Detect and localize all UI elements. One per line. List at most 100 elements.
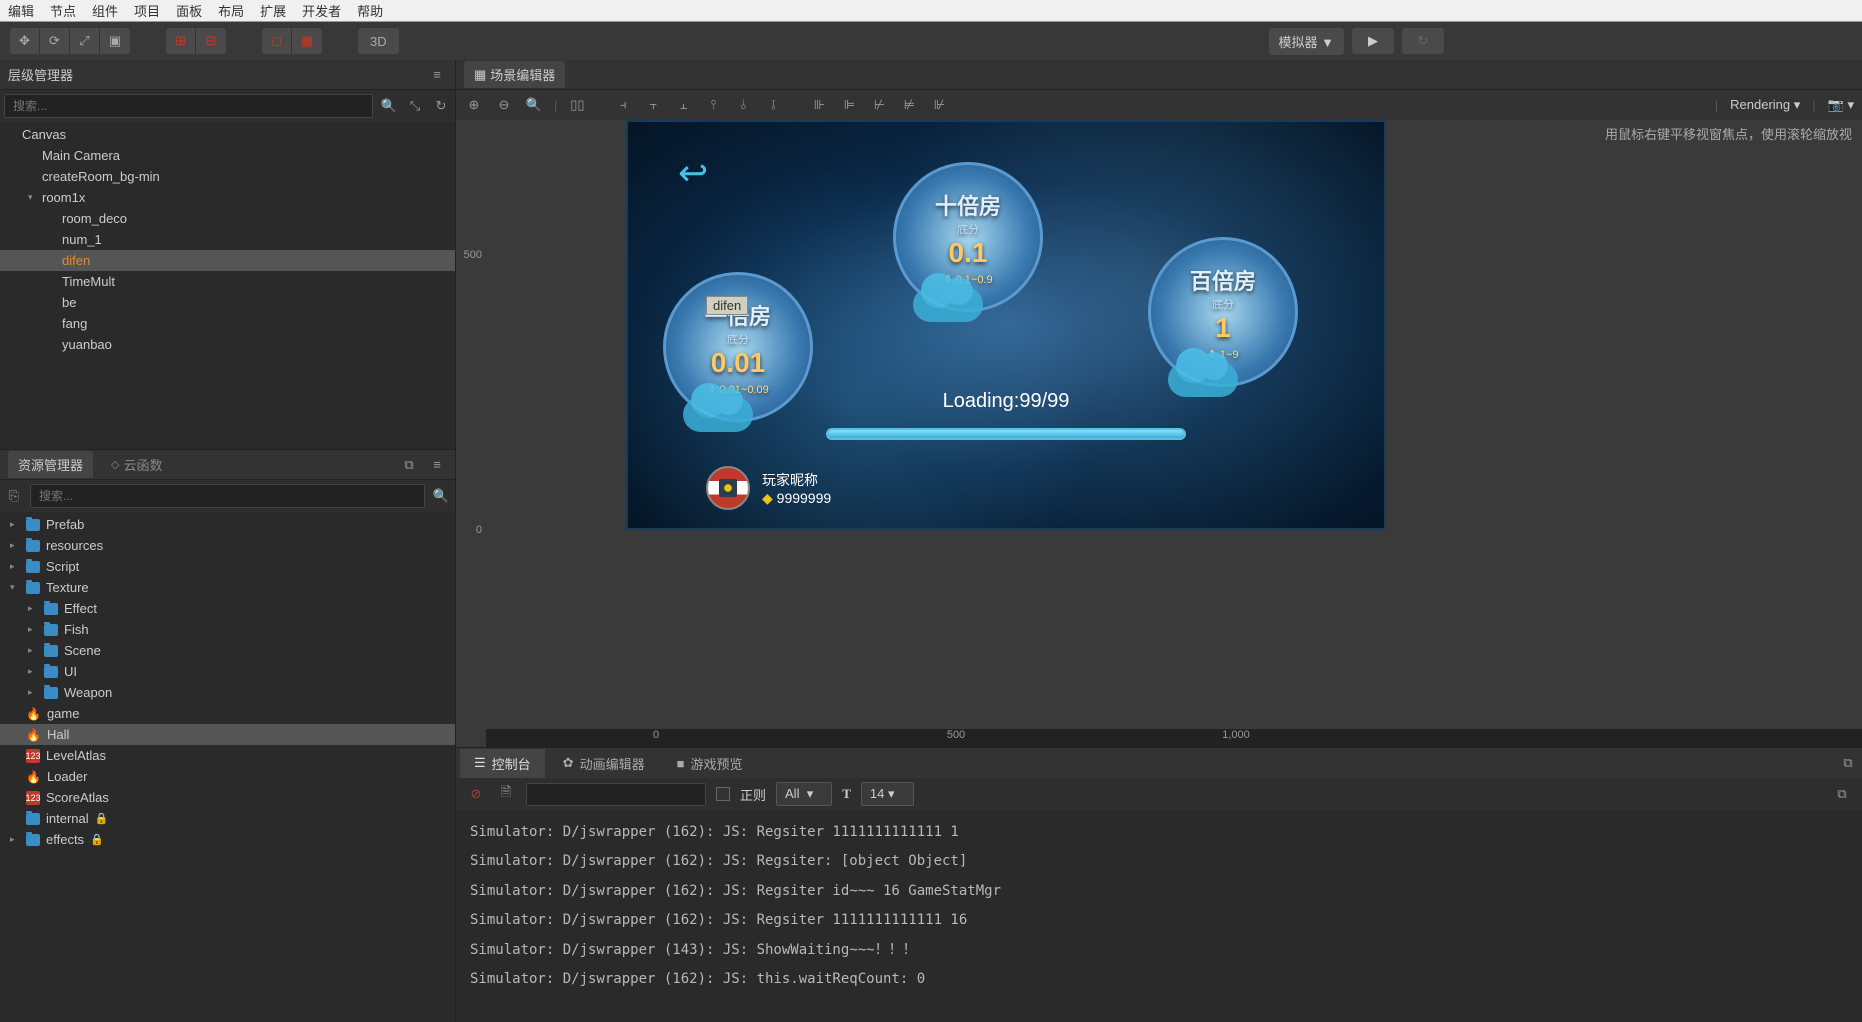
regex-checkbox[interactable] — [716, 787, 730, 801]
asset-item[interactable]: ▸Prefab — [0, 514, 455, 535]
filter-icon[interactable]: ⎘ — [4, 486, 24, 506]
menu-icon[interactable]: ≡ — [427, 455, 447, 475]
asset-item[interactable]: ▸resources — [0, 535, 455, 556]
simulator-dropdown[interactable]: 模拟器 ▼ — [1269, 28, 1344, 55]
expand-button[interactable]: ⤢ — [70, 28, 100, 54]
rendering-dropdown[interactable]: Rendering ▾ — [1730, 97, 1800, 113]
play-button[interactable]: ▶ — [1352, 28, 1394, 54]
hierarchy-tree[interactable]: CanvasMain CameracreateRoom_bg-min▾room1… — [0, 122, 455, 449]
player-coins: 9999999 — [777, 490, 832, 506]
scene-editor-panel: ▦ 场景编辑器 ⊕ ⊖ 🔍 | ▯▯ ⫞ ⫟ ⫠ ⫯ ⫰ ⫱ ⊪ ⊫ ⊬ ⊭ — [456, 60, 1862, 747]
console-tab[interactable]: ☰控制台 — [460, 749, 545, 778]
asset-item[interactable]: 🔥Hall — [0, 724, 455, 745]
distribute-icon[interactable]: ⊬ — [869, 95, 889, 115]
3d-toggle-button[interactable]: 3D — [358, 28, 399, 54]
hierarchy-node[interactable]: fang — [0, 313, 455, 334]
menu-组件[interactable]: 组件 — [92, 1, 118, 20]
zoom-out-icon[interactable]: ⊖ — [494, 95, 514, 115]
menu-项目[interactable]: 项目 — [134, 1, 160, 20]
camera-icon[interactable]: 📷 ▾ — [1828, 97, 1854, 113]
popout-icon[interactable]: ⧉ — [1832, 784, 1852, 804]
clear-console-icon[interactable]: ⊘ — [466, 784, 486, 804]
search-icon[interactable]: 🔍 — [379, 96, 399, 116]
assets-tree[interactable]: ▸Prefab▸resources▸Script▾Texture▸Effect▸… — [0, 512, 455, 1022]
popout-icon[interactable]: ⧉ — [399, 455, 419, 475]
hierarchy-node[interactable]: Canvas — [0, 124, 455, 145]
align-left-icon[interactable]: ⫞ — [613, 95, 633, 115]
asset-item[interactable]: ▸Weapon — [0, 682, 455, 703]
distribute-icon[interactable]: ⊭ — [899, 95, 919, 115]
hierarchy-node[interactable]: Main Camera — [0, 145, 455, 166]
anchor-tool-a-button[interactable]: ⊞ — [166, 28, 196, 54]
console-output[interactable]: Simulator: D/jswrapper (162): JS: Regsit… — [456, 810, 1862, 1022]
hierarchy-search-input[interactable] — [4, 94, 373, 118]
asset-item[interactable]: ▾Texture — [0, 577, 455, 598]
gizmo-b-button[interactable]: ▦ — [292, 28, 322, 54]
popout-icon[interactable]: ⧉ — [1838, 753, 1858, 773]
refresh-icon[interactable]: ↻ — [431, 96, 451, 116]
refresh-button[interactable]: ⟳ — [40, 28, 70, 54]
hierarchy-node[interactable]: createRoom_bg-min — [0, 166, 455, 187]
distribute-h-icon[interactable]: ⊪ — [809, 95, 829, 115]
search-icon[interactable]: 🔍 — [431, 486, 451, 506]
hierarchy-node[interactable]: be — [0, 292, 455, 313]
menu-布局[interactable]: 布局 — [218, 1, 244, 20]
tab-scene-editor[interactable]: ▦ 场景编辑器 — [464, 61, 565, 88]
align-middle-icon[interactable]: ⫰ — [733, 95, 753, 115]
asset-item[interactable]: ▸UI — [0, 661, 455, 682]
zoom-in-icon[interactable]: ⊕ — [464, 95, 484, 115]
gizmo-a-button[interactable]: ◻ — [262, 28, 292, 54]
tab-assets[interactable]: 资源管理器 — [8, 451, 93, 478]
align-icon[interactable]: ▯▯ — [567, 95, 587, 115]
align-right-icon[interactable]: ⫠ — [673, 95, 693, 115]
asset-item[interactable]: ▸effects 🔒 — [0, 829, 455, 850]
menu-编辑[interactable]: 编辑 — [8, 1, 34, 20]
move-tool-button[interactable]: ✥ — [10, 28, 40, 54]
hierarchy-node[interactable]: ▾room1x — [0, 187, 455, 208]
menu-帮助[interactable]: 帮助 — [357, 1, 383, 20]
file-icon[interactable]: 🗎 — [496, 784, 516, 804]
asset-item[interactable]: 123LevelAtlas — [0, 745, 455, 766]
ruler-vertical: 5000 — [456, 120, 486, 729]
hierarchy-node[interactable]: num_1 — [0, 229, 455, 250]
rect-tool-button[interactable]: ▣ — [100, 28, 130, 54]
hierarchy-node[interactable]: room_deco — [0, 208, 455, 229]
menu-扩展[interactable]: 扩展 — [260, 1, 286, 20]
console-tab[interactable]: ■游戏预览 — [663, 749, 757, 778]
player-name: 玩家昵称 — [762, 470, 831, 490]
asset-item[interactable]: 123ScoreAtlas — [0, 787, 455, 808]
scene-viewport[interactable]: 用鼠标右键平移视窗焦点，使用滚轮缩放视 5000 05001,000 ↩ 一倍房… — [456, 120, 1862, 747]
font-size-dropdown[interactable]: 14 ▾ — [861, 782, 914, 806]
anchor-tool-b-button[interactable]: ⊟ — [196, 28, 226, 54]
reload-button[interactable]: ↻ — [1402, 28, 1444, 54]
console-tab[interactable]: ✿动画编辑器 — [549, 749, 659, 778]
distribute-v-icon[interactable]: ⊫ — [839, 95, 859, 115]
log-level-dropdown[interactable]: All ▾ — [776, 782, 832, 806]
asset-item[interactable]: ▸Script — [0, 556, 455, 577]
asset-item[interactable]: internal 🔒 — [0, 808, 455, 829]
menu-面板[interactable]: 面板 — [176, 1, 202, 20]
assets-search-input[interactable] — [30, 484, 425, 508]
tab-cloud-functions[interactable]: ◇云函数 — [101, 451, 172, 478]
asset-item[interactable]: 🔥Loader — [0, 766, 455, 787]
zoom-fit-icon[interactable]: 🔍 — [524, 95, 544, 115]
asset-item[interactable]: ▸Effect — [0, 598, 455, 619]
asset-item[interactable]: 🔥game — [0, 703, 455, 724]
asset-item[interactable]: ▸Fish — [0, 619, 455, 640]
console-filter-input[interactable] — [526, 783, 706, 806]
back-arrow-icon[interactable]: ↩ — [678, 152, 708, 194]
hierarchy-node[interactable]: difen — [0, 250, 455, 271]
align-center-h-icon[interactable]: ⫟ — [643, 95, 663, 115]
collapse-icon[interactable]: ⤡ — [405, 96, 425, 116]
hierarchy-node[interactable]: TimeMult — [0, 271, 455, 292]
hierarchy-node[interactable]: yuanbao — [0, 334, 455, 355]
loading-bar — [826, 428, 1186, 440]
menu-节点[interactable]: 节点 — [50, 1, 76, 20]
align-top-icon[interactable]: ⫯ — [703, 95, 723, 115]
menu-icon[interactable]: ≡ — [427, 65, 447, 85]
asset-item[interactable]: ▸Scene — [0, 640, 455, 661]
menu-bar[interactable]: 编辑节点组件项目面板布局扩展开发者帮助 — [0, 0, 1862, 22]
menu-开发者[interactable]: 开发者 — [302, 1, 341, 20]
distribute-icon[interactable]: ⊮ — [929, 95, 949, 115]
align-bottom-icon[interactable]: ⫱ — [763, 95, 783, 115]
